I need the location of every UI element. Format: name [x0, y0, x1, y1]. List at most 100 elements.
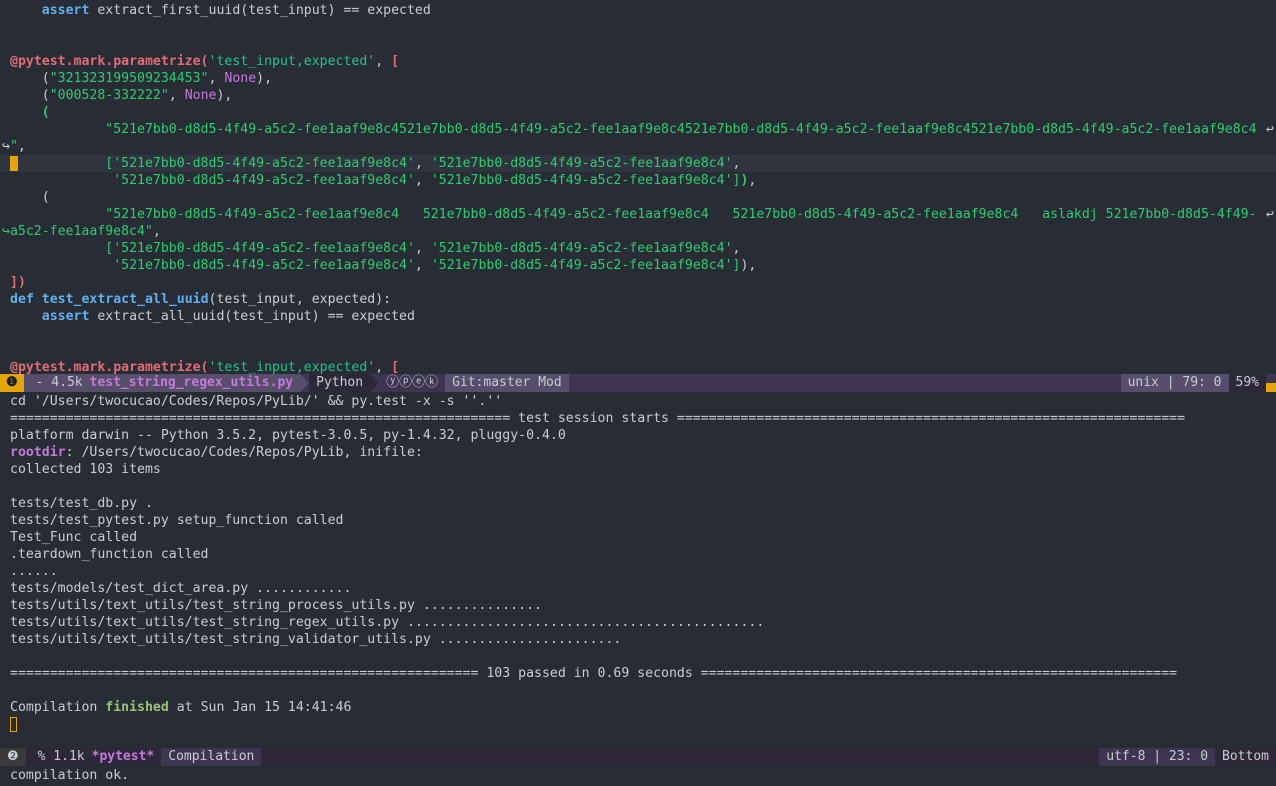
- code-token: (: [41, 105, 50, 120]
- modeline-separator: [300, 374, 310, 392]
- code-token: ↪a5c2-fee1aaf9e8c4": [2, 224, 153, 239]
- major-mode[interactable]: Python: [309, 374, 371, 392]
- code-token: 'test_input,expected': [208, 360, 376, 375]
- prompt-line[interactable]: [0, 716, 1276, 733]
- code-token: ,: [748, 173, 757, 188]
- code-line[interactable]: ['521e7bb0-d8d5-4f49-a5c2-fee1aaf9e8c4',…: [0, 240, 1276, 257]
- code-token: ,: [375, 54, 392, 69]
- code-token: '521e7bb0-d8d5-4f49-a5c2-fee1aaf9e8c4': [113, 258, 415, 273]
- buffer-percent: 59%: [1228, 374, 1266, 392]
- code-line[interactable]: (: [0, 104, 1276, 121]
- output-line: rootdir: /Users/twocucao/Codes/Repos/PyL…: [0, 444, 1276, 461]
- code-line[interactable]: ("321323199509234453", None),: [0, 70, 1276, 87]
- output-line: ========================================…: [10, 666, 1178, 681]
- code-line[interactable]: ("000528-332222", None),: [0, 87, 1276, 104]
- code-token: ,: [375, 360, 392, 375]
- code-line[interactable]: '521e7bb0-d8d5-4f49-a5c2-fee1aaf9e8c4', …: [0, 172, 1276, 189]
- code-line[interactable]: [0, 325, 1276, 342]
- modeline-top: ❶ - 4.5k test_string_regex_utils.py Pyth…: [0, 374, 1276, 392]
- code-token: ['521e7bb0-d8d5-4f49-a5c2-fee1aaf9e8c4': [105, 241, 415, 256]
- code-line[interactable]: ↪a5c2-fee1aaf9e8c4",: [0, 223, 1276, 240]
- output-line: tests/test_pytest.py setup_function call…: [10, 513, 344, 528]
- minor-modes[interactable]: ⓨⓟⓔⓚ: [379, 374, 445, 392]
- code-line[interactable]: [0, 19, 1276, 36]
- output-line: tests/test_db.py .: [10, 496, 153, 511]
- code-line[interactable]: "521e7bb0-d8d5-4f49-a5c2-fee1aaf9e8c4521…: [0, 121, 1276, 138]
- code-line[interactable]: ]): [0, 274, 1276, 291]
- code-token: None: [184, 88, 217, 103]
- window-number-badge[interactable]: ❶: [0, 374, 24, 392]
- code-token: ,: [208, 71, 225, 86]
- editor-pane[interactable]: assert extract_first_uuid(test_input) ==…: [0, 2, 1276, 376]
- code-token: '521e7bb0-d8d5-4f49-a5c2-fee1aaf9e8c4': [430, 156, 733, 171]
- cursor-position: 79: 0: [1182, 375, 1222, 390]
- code-token: ,: [17, 139, 26, 154]
- code-token: ,: [152, 224, 161, 239]
- divider: |: [1158, 375, 1183, 390]
- output-line: tests/utils/text_utils/test_string_regex…: [10, 615, 765, 630]
- code-token: def: [10, 292, 34, 307]
- text-cursor: [10, 716, 17, 732]
- code-token: [: [391, 360, 400, 375]
- code-line[interactable]: assert extract_all_uuid(test_input) == e…: [0, 308, 1276, 325]
- code-line[interactable]: def test_extract_all_uuid(test_input, ex…: [0, 291, 1276, 308]
- code-token: @pytest.mark.parametrize(: [10, 360, 209, 375]
- buffer-percent: Bottom: [1215, 748, 1276, 766]
- code-token: ,: [414, 156, 431, 171]
- code-line[interactable]: '521e7bb0-d8d5-4f49-a5c2-fee1aaf9e8c4', …: [0, 257, 1276, 274]
- output-line: Compilation finished at Sun Jan 15 14:41…: [0, 699, 1276, 716]
- code-token: ),: [216, 88, 233, 103]
- code-line[interactable]: @pytest.mark.parametrize('test_input,exp…: [0, 53, 1276, 70]
- code-line[interactable]: "521e7bb0-d8d5-4f49-a5c2-fee1aaf9e8c4 52…: [0, 206, 1276, 223]
- code-line[interactable]: assert extract_first_uuid(test_input) ==…: [0, 2, 1276, 19]
- major-mode[interactable]: Compilation: [161, 748, 262, 766]
- code-token: extract_first_uuid(test_input) == expect…: [89, 3, 431, 18]
- code-line[interactable]: [0, 342, 1276, 359]
- code-line[interactable]: ['521e7bb0-d8d5-4f49-a5c2-fee1aaf9e8c4',…: [0, 155, 1276, 172]
- modeline-separator: [370, 374, 380, 392]
- code-token: (: [10, 190, 50, 205]
- line-wrap-icon: ↩: [1266, 207, 1274, 222]
- code-token: '521e7bb0-d8d5-4f49-a5c2-fee1aaf9e8c4']: [430, 173, 741, 188]
- code-token: ]): [10, 275, 26, 290]
- code-line[interactable]: [0, 36, 1276, 53]
- encoding: unix | 79: 0: [1120, 374, 1229, 392]
- code-token: (: [10, 71, 50, 86]
- modeline-bottom: ❷ % 1.1k *pytest* Compilation utf-8 | 23…: [0, 748, 1276, 766]
- cursor-position: 23: 0: [1168, 749, 1209, 764]
- output-line: tests/models/test_dict_area.py .........…: [10, 581, 352, 596]
- code-token: test_extract_all_uuid: [41, 292, 209, 307]
- rootdir-label: rootdir: [10, 445, 66, 460]
- line-wrap-icon: ↩: [1266, 122, 1274, 137]
- code-line[interactable]: ↪",: [0, 138, 1276, 155]
- code-token: ,: [414, 258, 431, 273]
- code-token: "521e7bb0-d8d5-4f49-a5c2-fee1aaf9e8c4 52…: [105, 207, 1257, 222]
- buffer-name[interactable]: test_string_regex_utils.py: [89, 374, 301, 392]
- compilation-pane[interactable]: cd '/Users/twocucao/Codes/Repos/PyLib/' …: [0, 393, 1276, 733]
- buffer-size: - 4.5k: [23, 374, 90, 392]
- code-token: assert: [41, 3, 90, 18]
- vcs-status[interactable]: Git:master Mod: [445, 374, 569, 392]
- code-line[interactable]: (: [0, 189, 1276, 206]
- code-token: "321323199509234453": [49, 71, 209, 86]
- window-number-badge[interactable]: ❷: [0, 748, 26, 766]
- buffer-name[interactable]: *pytest*: [92, 748, 162, 766]
- output-line: .teardown_function called: [10, 547, 209, 562]
- code-token: '521e7bb0-d8d5-4f49-a5c2-fee1aaf9e8c4']: [430, 258, 741, 273]
- divider: |: [1145, 749, 1169, 764]
- code-token: ),: [256, 71, 273, 86]
- code-token: "521e7bb0-d8d5-4f49-a5c2-fee1aaf9e8c4521…: [105, 122, 1257, 137]
- output-line: tests/utils/text_utils/test_string_valid…: [10, 632, 622, 647]
- compilation-suffix: at Sun Jan 15 14:41:46: [168, 700, 352, 715]
- output-line: collected 103 items: [10, 462, 161, 477]
- echo-area: compilation ok.: [0, 767, 1276, 784]
